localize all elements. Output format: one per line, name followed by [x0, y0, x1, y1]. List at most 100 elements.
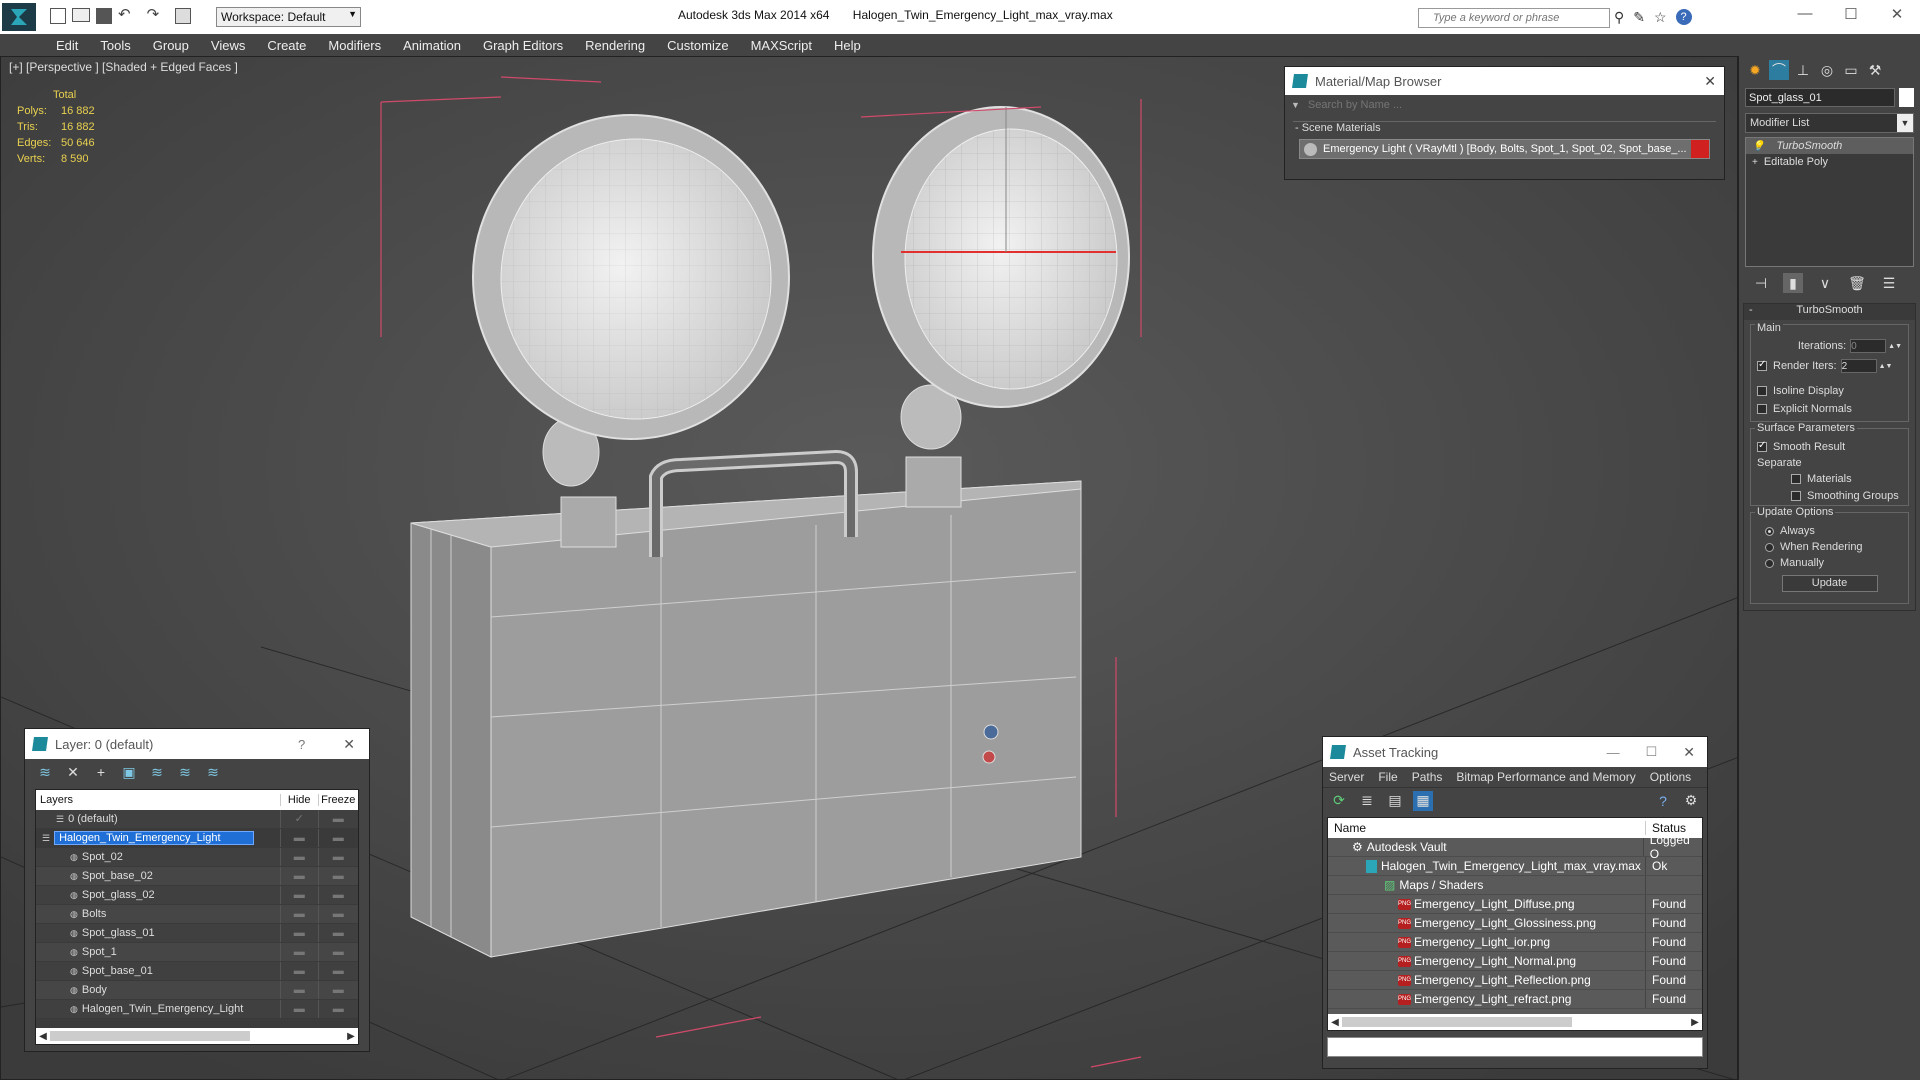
communication-center-icon[interactable]: ✎	[1633, 9, 1645, 26]
modifier-list-dropdown[interactable]: Modifier List ▼	[1745, 113, 1914, 133]
help-search-icon[interactable]: ⚙	[1681, 791, 1701, 811]
options-menu-icon[interactable]: ▼	[1291, 100, 1300, 110]
menu-graph-editors[interactable]: Graph Editors	[472, 38, 574, 53]
menu-create[interactable]: Create	[256, 38, 317, 53]
layer-row[interactable]: ◍ Spot_base_02 ▬ ▬	[36, 867, 358, 886]
app-logo-icon[interactable]	[2, 3, 36, 31]
freeze-toggle[interactable]: ▬	[319, 905, 358, 923]
col-hide[interactable]: Hide	[281, 794, 319, 806]
freeze-toggle[interactable]: ▬	[319, 981, 358, 999]
asset-tracking-titlebar[interactable]: Asset Tracking — ☐ ✕	[1323, 737, 1707, 767]
search-input[interactable]	[1419, 9, 1609, 27]
asset-row[interactable]: ▨ Maps / Shaders	[1328, 876, 1702, 895]
freeze-toggle[interactable]: ▬	[319, 962, 358, 980]
spinner-arrows-icon[interactable]: ▲▼	[1879, 363, 1893, 370]
col-name[interactable]: Name	[1328, 821, 1646, 835]
asset-path-field[interactable]	[1327, 1037, 1703, 1057]
close-icon[interactable]: ✕	[1877, 5, 1917, 23]
menu-paths[interactable]: Paths	[1412, 770, 1443, 784]
object-name-field[interactable]	[1745, 88, 1895, 107]
hide-toggle[interactable]: ▬	[281, 867, 319, 885]
scroll-left-icon[interactable]: ◀	[1328, 1017, 1342, 1028]
menu-tools[interactable]: Tools	[89, 38, 141, 53]
show-end-result-icon[interactable]: ▮	[1783, 273, 1803, 293]
select-in-layer-icon[interactable]: ▣	[119, 762, 139, 782]
display-tab-icon[interactable]: ▭	[1841, 60, 1861, 80]
freeze-toggle[interactable]: ▬	[319, 943, 358, 961]
menu-rendering[interactable]: Rendering	[574, 38, 656, 53]
hide-toggle[interactable]: ▬	[281, 886, 319, 904]
freeze-toggle[interactable]: ▬	[319, 848, 358, 866]
scene-materials-header[interactable]: - Scene Materials	[1293, 121, 1716, 135]
undo-icon[interactable]: ↶	[118, 7, 131, 24]
help-icon[interactable]: ?	[1675, 9, 1692, 25]
hide-all-layers-icon[interactable]: ≋	[175, 762, 195, 782]
layer-row[interactable]: ◍ Spot_02 ▬ ▬	[36, 848, 358, 867]
search-box[interactable]	[1418, 8, 1610, 28]
thumbnail-view-icon[interactable]: ▤	[1385, 791, 1405, 811]
new-file-icon[interactable]	[50, 8, 66, 24]
stack-item-turbosmooth[interactable]: 💡 TurboSmooth	[1746, 138, 1913, 154]
object-color-swatch[interactable]	[1899, 88, 1914, 107]
utilities-tab-icon[interactable]: ⚒	[1865, 60, 1885, 80]
hide-toggle[interactable]: ▬	[281, 829, 319, 847]
hide-toggle[interactable]: ▬	[281, 1000, 319, 1018]
maximize-icon[interactable]: ☐	[1831, 5, 1871, 23]
asset-row[interactable]: PNG Emergency_Light_Diffuse.png Found	[1328, 895, 1702, 914]
freeze-toggle[interactable]: ▬	[319, 886, 358, 904]
delete-layer-icon[interactable]: ✕	[63, 762, 83, 782]
layer-row[interactable]: ◍ Spot_glass_02 ▬ ▬	[36, 886, 358, 905]
remove-modifier-icon[interactable]: 🗑	[1847, 273, 1867, 293]
scroll-right-icon[interactable]: ▶	[344, 1031, 358, 1042]
menu-modifiers[interactable]: Modifiers	[317, 38, 392, 53]
minimize-icon[interactable]: —	[1607, 745, 1620, 760]
materials-checkbox[interactable]	[1791, 474, 1801, 484]
lightbulb-icon[interactable]: 💡	[1752, 141, 1764, 152]
menu-views[interactable]: Views	[200, 38, 256, 53]
close-icon[interactable]: ✕	[1704, 73, 1716, 90]
when-rendering-radio[interactable]	[1765, 542, 1774, 552]
menu-group[interactable]: Group	[142, 38, 200, 53]
freeze-toggle[interactable]: ▬	[319, 810, 358, 828]
help-icon[interactable]: ?	[298, 737, 305, 752]
layer-row[interactable]: ◍ Spot_1 ▬ ▬	[36, 943, 358, 962]
render-iters-checkbox[interactable]	[1757, 359, 1767, 371]
freeze-toggle[interactable]: ▬	[319, 924, 358, 942]
close-icon[interactable]: ✕	[1683, 744, 1695, 761]
layer-row[interactable]: ◍ Bolts ▬ ▬	[36, 905, 358, 924]
layer-row[interactable]: ◍ Spot_glass_01 ▬ ▬	[36, 924, 358, 943]
layer-row[interactable]: ◍ Spot_base_01 ▬ ▬	[36, 962, 358, 981]
asset-row[interactable]: Halogen_Twin_Emergency_Light_max_vray.ma…	[1328, 857, 1702, 876]
viewport-label[interactable]: [+] [Perspective ] [Shaded + Edged Faces…	[9, 60, 238, 74]
menu-file[interactable]: File	[1378, 770, 1397, 784]
binoculars-icon[interactable]: ⚲	[1614, 9, 1624, 26]
asset-row[interactable]: ⚙ Autodesk Vault Logged O	[1328, 833, 1702, 861]
freeze-toggle[interactable]: ▬	[319, 867, 358, 885]
hide-toggle[interactable]: ▬	[281, 924, 319, 942]
menu-help[interactable]: Help	[823, 38, 872, 53]
asset-row[interactable]: PNG Emergency_Light_Glossiness.png Found	[1328, 914, 1702, 933]
minimize-icon[interactable]: —	[1785, 5, 1825, 23]
menu-options[interactable]: Options	[1650, 770, 1691, 784]
maximize-icon[interactable]: ☐	[1646, 744, 1658, 760]
rollout-header[interactable]: - TurboSmooth	[1744, 304, 1915, 320]
asset-row[interactable]: PNG Emergency_Light_Normal.png Found	[1328, 952, 1702, 971]
render-iters-spinner[interactable]	[1840, 359, 1877, 373]
layer-row[interactable]: ◍ Halogen_Twin_Emergency_Light ▬ ▬	[36, 1000, 358, 1019]
layer-manager-titlebar[interactable]: Layer: 0 (default) ? ✕	[25, 729, 369, 759]
asset-row[interactable]: PNG Emergency_Light_refract.png Found	[1328, 990, 1702, 1009]
help-icon[interactable]: ?	[1653, 791, 1673, 811]
col-freeze[interactable]: Freeze	[319, 794, 359, 806]
expand-icon[interactable]: +	[1752, 157, 1758, 168]
menu-maxscript[interactable]: MAXScript	[740, 38, 823, 53]
freeze-toggle[interactable]: ▬	[319, 1000, 358, 1018]
menu-customize[interactable]: Customize	[656, 38, 739, 53]
layer-row[interactable]: ☰ Halogen_Twin_Emergency_Light ▬ ▬	[36, 829, 358, 848]
hide-toggle[interactable]: ✓	[281, 810, 319, 828]
hide-toggle[interactable]: ▬	[281, 905, 319, 923]
stack-item-editable-poly[interactable]: + Editable Poly	[1746, 154, 1913, 170]
scroll-left-icon[interactable]: ◀	[36, 1031, 50, 1042]
scroll-thumb[interactable]	[1342, 1017, 1572, 1027]
table-view-icon[interactable]: ▦	[1413, 790, 1433, 811]
smooth-result-checkbox[interactable]	[1757, 440, 1767, 452]
